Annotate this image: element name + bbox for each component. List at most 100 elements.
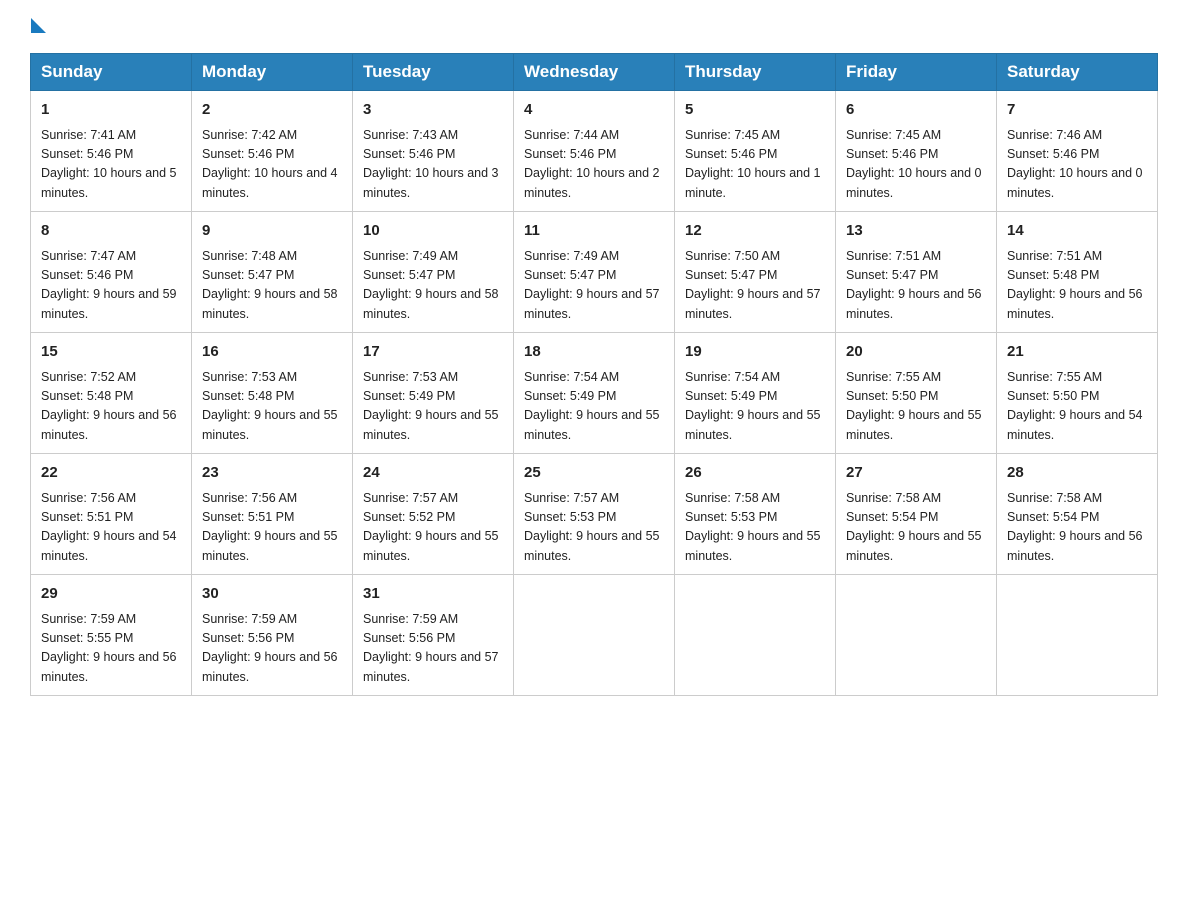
day-of-week-header: Friday [836,54,997,91]
day-number: 29 [41,583,181,606]
day-number: 18 [524,341,664,364]
day-info: Sunrise: 7:54 AMSunset: 5:49 PMDaylight:… [685,368,825,446]
day-of-week-header: Monday [192,54,353,91]
day-info: Sunrise: 7:58 AMSunset: 5:53 PMDaylight:… [685,489,825,567]
day-number: 14 [1007,220,1147,243]
calendar-cell: 30 Sunrise: 7:59 AMSunset: 5:56 PMDaylig… [192,575,353,696]
calendar-cell: 22 Sunrise: 7:56 AMSunset: 5:51 PMDaylig… [31,454,192,575]
day-number: 28 [1007,462,1147,485]
calendar-cell [997,575,1158,696]
calendar-cell [675,575,836,696]
calendar-cell: 1 Sunrise: 7:41 AMSunset: 5:46 PMDayligh… [31,91,192,212]
day-info: Sunrise: 7:43 AMSunset: 5:46 PMDaylight:… [363,126,503,204]
day-info: Sunrise: 7:56 AMSunset: 5:51 PMDaylight:… [202,489,342,567]
calendar-cell: 23 Sunrise: 7:56 AMSunset: 5:51 PMDaylig… [192,454,353,575]
day-number: 24 [363,462,503,485]
page-header [30,20,1158,35]
day-number: 5 [685,99,825,122]
day-number: 2 [202,99,342,122]
calendar-week-row: 1 Sunrise: 7:41 AMSunset: 5:46 PMDayligh… [31,91,1158,212]
day-number: 22 [41,462,181,485]
calendar-cell: 31 Sunrise: 7:59 AMSunset: 5:56 PMDaylig… [353,575,514,696]
day-info: Sunrise: 7:42 AMSunset: 5:46 PMDaylight:… [202,126,342,204]
day-info: Sunrise: 7:59 AMSunset: 5:56 PMDaylight:… [363,610,503,688]
day-info: Sunrise: 7:57 AMSunset: 5:53 PMDaylight:… [524,489,664,567]
day-of-week-header: Wednesday [514,54,675,91]
calendar-table: SundayMondayTuesdayWednesdayThursdayFrid… [30,53,1158,696]
calendar-week-row: 22 Sunrise: 7:56 AMSunset: 5:51 PMDaylig… [31,454,1158,575]
day-info: Sunrise: 7:53 AMSunset: 5:49 PMDaylight:… [363,368,503,446]
day-number: 11 [524,220,664,243]
day-number: 30 [202,583,342,606]
day-info: Sunrise: 7:47 AMSunset: 5:46 PMDaylight:… [41,247,181,325]
day-number: 16 [202,341,342,364]
day-info: Sunrise: 7:44 AMSunset: 5:46 PMDaylight:… [524,126,664,204]
day-info: Sunrise: 7:41 AMSunset: 5:46 PMDaylight:… [41,126,181,204]
day-of-week-header: Sunday [31,54,192,91]
calendar-cell: 12 Sunrise: 7:50 AMSunset: 5:47 PMDaylig… [675,212,836,333]
day-number: 19 [685,341,825,364]
calendar-header-row: SundayMondayTuesdayWednesdayThursdayFrid… [31,54,1158,91]
calendar-cell: 9 Sunrise: 7:48 AMSunset: 5:47 PMDayligh… [192,212,353,333]
day-of-week-header: Tuesday [353,54,514,91]
calendar-cell: 15 Sunrise: 7:52 AMSunset: 5:48 PMDaylig… [31,333,192,454]
calendar-cell: 27 Sunrise: 7:58 AMSunset: 5:54 PMDaylig… [836,454,997,575]
day-info: Sunrise: 7:53 AMSunset: 5:48 PMDaylight:… [202,368,342,446]
calendar-cell: 5 Sunrise: 7:45 AMSunset: 5:46 PMDayligh… [675,91,836,212]
day-info: Sunrise: 7:45 AMSunset: 5:46 PMDaylight:… [846,126,986,204]
day-info: Sunrise: 7:57 AMSunset: 5:52 PMDaylight:… [363,489,503,567]
day-number: 9 [202,220,342,243]
day-info: Sunrise: 7:56 AMSunset: 5:51 PMDaylight:… [41,489,181,567]
calendar-cell: 21 Sunrise: 7:55 AMSunset: 5:50 PMDaylig… [997,333,1158,454]
day-info: Sunrise: 7:49 AMSunset: 5:47 PMDaylight:… [524,247,664,325]
day-info: Sunrise: 7:50 AMSunset: 5:47 PMDaylight:… [685,247,825,325]
calendar-cell: 29 Sunrise: 7:59 AMSunset: 5:55 PMDaylig… [31,575,192,696]
logo [30,20,46,35]
calendar-cell: 26 Sunrise: 7:58 AMSunset: 5:53 PMDaylig… [675,454,836,575]
calendar-week-row: 15 Sunrise: 7:52 AMSunset: 5:48 PMDaylig… [31,333,1158,454]
calendar-cell: 7 Sunrise: 7:46 AMSunset: 5:46 PMDayligh… [997,91,1158,212]
day-of-week-header: Saturday [997,54,1158,91]
day-number: 3 [363,99,503,122]
calendar-cell: 20 Sunrise: 7:55 AMSunset: 5:50 PMDaylig… [836,333,997,454]
calendar-cell [514,575,675,696]
day-number: 10 [363,220,503,243]
day-number: 12 [685,220,825,243]
day-info: Sunrise: 7:59 AMSunset: 5:55 PMDaylight:… [41,610,181,688]
day-number: 8 [41,220,181,243]
day-info: Sunrise: 7:49 AMSunset: 5:47 PMDaylight:… [363,247,503,325]
day-info: Sunrise: 7:59 AMSunset: 5:56 PMDaylight:… [202,610,342,688]
calendar-cell: 11 Sunrise: 7:49 AMSunset: 5:47 PMDaylig… [514,212,675,333]
calendar-cell: 8 Sunrise: 7:47 AMSunset: 5:46 PMDayligh… [31,212,192,333]
day-info: Sunrise: 7:55 AMSunset: 5:50 PMDaylight:… [1007,368,1147,446]
calendar-week-row: 8 Sunrise: 7:47 AMSunset: 5:46 PMDayligh… [31,212,1158,333]
calendar-cell [836,575,997,696]
calendar-cell: 14 Sunrise: 7:51 AMSunset: 5:48 PMDaylig… [997,212,1158,333]
day-number: 27 [846,462,986,485]
day-info: Sunrise: 7:45 AMSunset: 5:46 PMDaylight:… [685,126,825,204]
day-number: 25 [524,462,664,485]
day-number: 26 [685,462,825,485]
calendar-cell: 6 Sunrise: 7:45 AMSunset: 5:46 PMDayligh… [836,91,997,212]
calendar-cell: 16 Sunrise: 7:53 AMSunset: 5:48 PMDaylig… [192,333,353,454]
day-info: Sunrise: 7:55 AMSunset: 5:50 PMDaylight:… [846,368,986,446]
day-number: 21 [1007,341,1147,364]
day-info: Sunrise: 7:46 AMSunset: 5:46 PMDaylight:… [1007,126,1147,204]
day-info: Sunrise: 7:48 AMSunset: 5:47 PMDaylight:… [202,247,342,325]
day-info: Sunrise: 7:52 AMSunset: 5:48 PMDaylight:… [41,368,181,446]
calendar-cell: 13 Sunrise: 7:51 AMSunset: 5:47 PMDaylig… [836,212,997,333]
day-info: Sunrise: 7:58 AMSunset: 5:54 PMDaylight:… [846,489,986,567]
calendar-cell: 4 Sunrise: 7:44 AMSunset: 5:46 PMDayligh… [514,91,675,212]
calendar-cell: 19 Sunrise: 7:54 AMSunset: 5:49 PMDaylig… [675,333,836,454]
day-number: 1 [41,99,181,122]
day-info: Sunrise: 7:58 AMSunset: 5:54 PMDaylight:… [1007,489,1147,567]
day-number: 6 [846,99,986,122]
calendar-cell: 3 Sunrise: 7:43 AMSunset: 5:46 PMDayligh… [353,91,514,212]
day-number: 13 [846,220,986,243]
day-number: 31 [363,583,503,606]
calendar-cell: 24 Sunrise: 7:57 AMSunset: 5:52 PMDaylig… [353,454,514,575]
calendar-cell: 28 Sunrise: 7:58 AMSunset: 5:54 PMDaylig… [997,454,1158,575]
day-number: 15 [41,341,181,364]
logo-arrow-icon [31,18,46,33]
day-number: 17 [363,341,503,364]
